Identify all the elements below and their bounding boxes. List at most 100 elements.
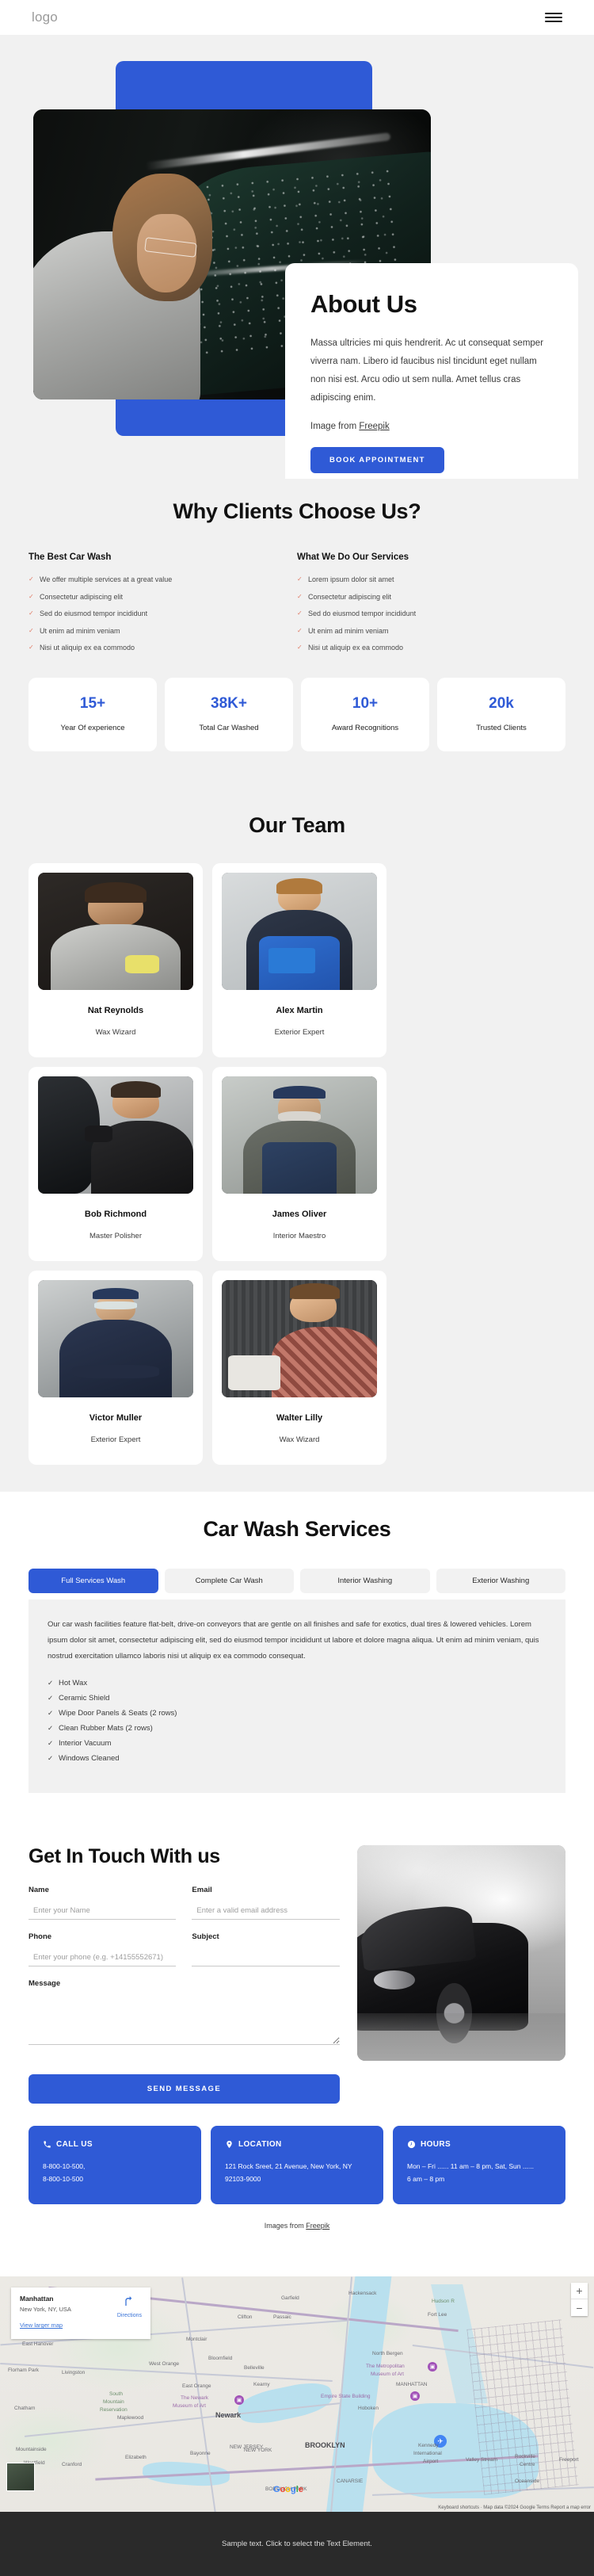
field-subject: Subject <box>192 1932 340 1966</box>
message-textarea[interactable] <box>29 1995 340 2045</box>
map-label: West Orange <box>149 2361 180 2368</box>
phone-label: Phone <box>29 1932 52 1941</box>
team-member-name: Walter Lilly <box>276 1412 323 1423</box>
map-label: Valley Stream <box>466 2457 497 2463</box>
team-member-role: Master Polisher <box>89 1231 142 1240</box>
zoom-out-button[interactable]: − <box>571 2299 588 2316</box>
list-item: Consectetur adipiscing elit <box>297 592 542 602</box>
map-poi-icon: ▣ <box>410 2391 420 2402</box>
map-label: Empire State Building <box>321 2394 371 2400</box>
map-directions-button[interactable]: Directions <box>117 2295 142 2331</box>
phone-input[interactable] <box>29 1950 177 1966</box>
map-label: South <box>109 2391 123 2398</box>
services-paragraph: Our car wash facilities feature flat-bel… <box>48 1619 539 1661</box>
hamburger-menu-icon[interactable] <box>545 13 562 22</box>
team-section: Our Team Nat Reynolds Wax Wizard Alex Ma… <box>0 789 594 1492</box>
field-phone: Phone <box>29 1932 177 1966</box>
map-label: The Newark <box>181 2395 209 2402</box>
phone-icon <box>43 2140 51 2149</box>
name-input[interactable] <box>29 1903 177 1920</box>
location-pin-icon <box>225 2140 234 2149</box>
images-credit-prefix: Images from <box>264 2222 307 2230</box>
map-label: Mountainside <box>16 2447 47 2453</box>
tab-exterior-washing[interactable]: Exterior Washing <box>436 1568 565 1593</box>
team-member-name: James Oliver <box>272 1209 327 1219</box>
tab-full-services-wash[interactable]: Full Services Wash <box>29 1568 158 1593</box>
map-attribution: Keyboard shortcuts · Map data ©2024 Goog… <box>438 2505 591 2511</box>
why-clients-columns: The Best Car Wash We offer multiple serv… <box>24 552 570 660</box>
contact-title: Get In Touch With us <box>29 1844 220 1867</box>
team-title: Our Team <box>249 812 345 837</box>
list-item: Interior Vacuum <box>48 1739 546 1748</box>
map-label: Cranford <box>62 2462 82 2468</box>
list-item: Wipe Door Panels & Seats (2 rows) <box>48 1709 546 1718</box>
google-map[interactable]: ▣ ▣ ▣ ✈ Garfield Hackensack Clifton Passaic… <box>0 2274 594 2513</box>
directions-icon <box>125 2296 132 2307</box>
info-card-hours: HOURS Mon – Fri ...... 11 am – 8 pm, Sat… <box>393 2125 565 2205</box>
logo[interactable]: logo <box>32 10 58 25</box>
services-tabs: Full Services Wash Complete Car Wash Int… <box>24 1568 570 1593</box>
info-card-title: CALL US <box>56 2139 93 2149</box>
info-card-line: 92103-9000 <box>225 2174 261 2183</box>
map-label: Freeport <box>559 2457 579 2463</box>
contact-image-car-wash <box>356 1844 565 2061</box>
stat-card: 38K+ Total Car Washed <box>165 677 293 751</box>
map-zoom-controls[interactable]: + − <box>571 2283 588 2317</box>
list-item: Nisi ut aliquip ex ea commodo <box>29 643 273 653</box>
subject-label: Subject <box>192 1932 219 1941</box>
burger-line <box>545 17 562 18</box>
map-label: Reservation <box>100 2407 128 2414</box>
tab-complete-car-wash[interactable]: Complete Car Wash <box>164 1568 294 1593</box>
stat-label: Total Car Washed <box>199 723 259 732</box>
list-item: Windows Cleaned <box>48 1754 546 1763</box>
map-label: NEW YORK <box>244 2448 272 2454</box>
freepik-link[interactable]: Freepik <box>359 422 389 431</box>
map-street-view-thumbnail[interactable] <box>6 2463 35 2492</box>
view-larger-map-link[interactable]: View larger map <box>20 2322 63 2329</box>
tab-interior-washing[interactable]: Interior Washing <box>300 1568 430 1593</box>
map-label: Kearny <box>253 2382 270 2388</box>
info-card-line: 121 Rock Sreet, 21 Avenue, New York, NY <box>225 2161 352 2170</box>
map-label: Hudson R <box>432 2299 455 2305</box>
send-message-button[interactable]: SEND MESSAGE <box>29 2073 340 2104</box>
team-member-role: Interior Maestro <box>272 1231 326 1240</box>
team-member-role: Exterior Expert <box>90 1435 141 1444</box>
email-label: Email <box>192 1885 212 1894</box>
email-input[interactable] <box>192 1903 340 1920</box>
map-label: East Hanover <box>22 2341 54 2348</box>
map-label: Garfield <box>281 2295 299 2302</box>
stat-card: 15+ Year Of experience <box>29 677 157 751</box>
about-us-card: About Us Massa ultricies mi quis hendrer… <box>285 263 578 479</box>
services-title: Car Wash Services <box>203 1516 391 1541</box>
team-member-name: Bob Richmond <box>84 1209 147 1219</box>
team-card: Victor Muller Exterior Expert <box>29 1270 203 1465</box>
images-credit: Images from Freepik <box>24 2222 570 2230</box>
site-header: logo <box>0 0 594 35</box>
map-label: Bloomfield <box>208 2356 233 2362</box>
stat-card: 20k Trusted Clients <box>437 677 565 751</box>
book-appointment-button[interactable]: BOOK APPOINTMENT <box>310 447 444 473</box>
list-item: Consectetur adipiscing elit <box>29 592 273 602</box>
field-email: Email <box>192 1885 340 1920</box>
google-logo: Google <box>273 2485 303 2495</box>
list-item: Ut enim ad minim veniam <box>29 626 273 636</box>
zoom-in-button[interactable]: + <box>571 2283 588 2300</box>
footer-sample-text[interactable]: Sample text. Click to select the Text El… <box>222 2540 372 2548</box>
map-label: North Bergen <box>372 2351 403 2357</box>
burger-line <box>545 21 562 22</box>
stat-label: Trusted Clients <box>476 723 527 732</box>
burger-line <box>545 13 562 14</box>
hero-section: About Us Massa ultricies mi quis hendrer… <box>0 35 594 479</box>
stat-number: 20k <box>489 694 514 712</box>
freepik-link[interactable]: Freepik <box>306 2222 329 2230</box>
about-paragraph: Massa ultricies mi quis hendrerit. Ac ut… <box>310 338 544 403</box>
map-label: Airport <box>423 2459 439 2465</box>
stat-number: 10+ <box>352 694 379 712</box>
subject-input[interactable] <box>192 1950 340 1966</box>
team-photo-james-oliver <box>222 1076 377 1194</box>
team-card: Alex Martin Exterior Expert <box>212 862 386 1057</box>
map-label: Newark <box>215 2411 242 2420</box>
info-card-title: LOCATION <box>238 2139 282 2149</box>
contact-section: Get In Touch With us Name Email Phone <box>0 1827 594 2254</box>
map-label: Fort Lee <box>428 2312 447 2318</box>
